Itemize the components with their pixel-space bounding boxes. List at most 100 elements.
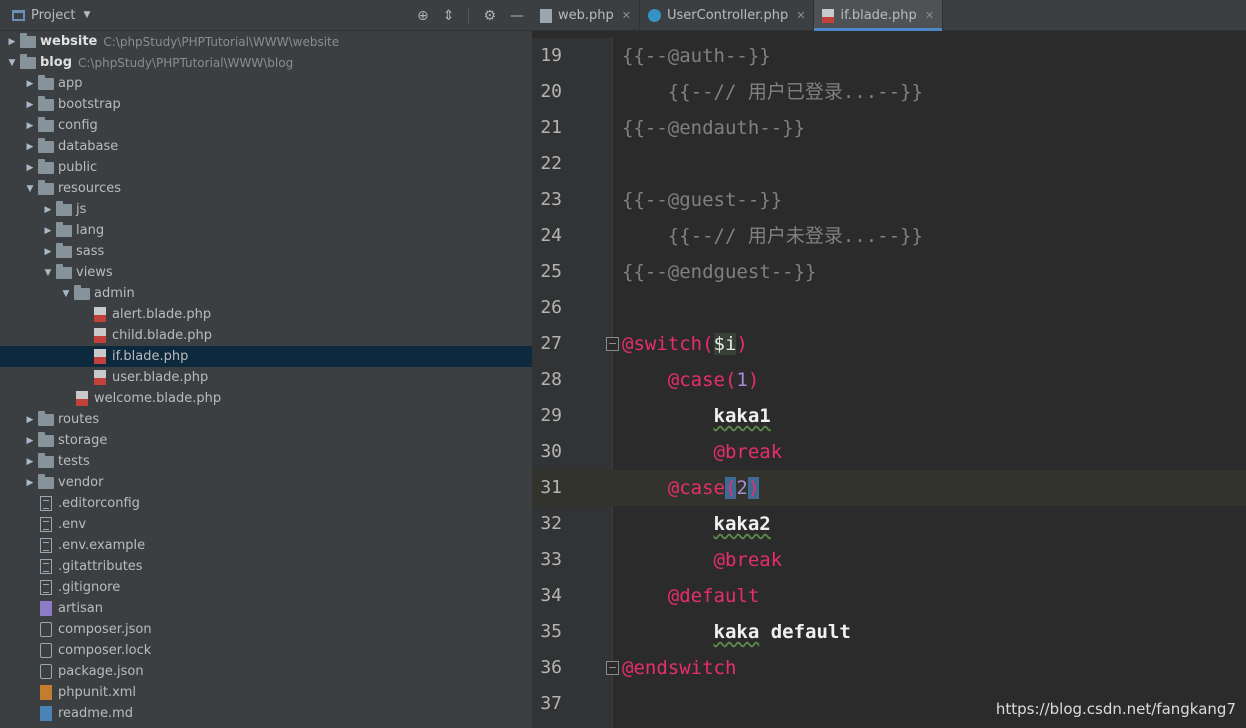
tree-folder-routes[interactable]: ▶ routes bbox=[0, 409, 532, 430]
tab-web-php[interactable]: web.php ✕ bbox=[532, 0, 640, 31]
tree-item-label: phpunit.xml bbox=[58, 685, 137, 700]
tree-item-label: composer.json bbox=[58, 622, 152, 637]
tree-file[interactable]: .env bbox=[0, 514, 532, 535]
collapsed-arrow-icon[interactable]: ▶ bbox=[24, 415, 36, 425]
tree-folder-database[interactable]: ▶ database bbox=[0, 136, 532, 157]
tree-folder-public[interactable]: ▶ public bbox=[0, 157, 532, 178]
hide-panel-icon[interactable]: — bbox=[510, 8, 524, 24]
code-line[interactable]: 29 kaka1 bbox=[532, 398, 1246, 434]
locate-icon[interactable]: ⊕ bbox=[417, 8, 429, 24]
collapsed-arrow-icon[interactable]: ▶ bbox=[42, 247, 54, 257]
tree-file[interactable]: .gitignore bbox=[0, 577, 532, 598]
tree-folder-blog[interactable]: ▼ blog C:\phpStudy\PHPTutorial\WWW\blog bbox=[0, 52, 532, 73]
collapsed-arrow-icon[interactable]: ▶ bbox=[42, 205, 54, 215]
close-icon[interactable]: ✕ bbox=[622, 9, 631, 22]
project-view-selector[interactable]: Project ▼ bbox=[0, 0, 90, 31]
tree-file[interactable]: child.blade.php bbox=[0, 325, 532, 346]
code-line[interactable]: 28 @case(1) bbox=[532, 362, 1246, 398]
tree-folder-views[interactable]: ▼ views bbox=[0, 262, 532, 283]
expanded-arrow-icon[interactable]: ▼ bbox=[6, 58, 18, 68]
tree-file[interactable]: .env.example bbox=[0, 535, 532, 556]
code-line[interactable]: 25 {{--@endguest--}} bbox=[532, 254, 1246, 290]
tab-UserController-php[interactable]: UserController.php ✕ bbox=[640, 0, 815, 31]
collapsed-arrow-icon[interactable]: ▶ bbox=[24, 121, 36, 131]
tree-file[interactable]: artisan bbox=[0, 598, 532, 619]
text-file-icon bbox=[40, 559, 52, 574]
code-line[interactable]: 23 {{--@guest--}} bbox=[532, 182, 1246, 218]
collapse-all-icon[interactable]: ⇕ bbox=[443, 8, 455, 24]
expanded-arrow-icon[interactable]: ▼ bbox=[24, 184, 36, 194]
code-line[interactable]: 26 bbox=[532, 290, 1246, 326]
collapsed-arrow-icon[interactable]: ▶ bbox=[24, 436, 36, 446]
tab-if-blade-php[interactable]: if.blade.php ✕ bbox=[814, 0, 944, 31]
code-line[interactable]: 22 bbox=[532, 146, 1246, 182]
tree-file[interactable]: .editorconfig bbox=[0, 493, 532, 514]
tree-folder-tests[interactable]: ▶ tests bbox=[0, 451, 532, 472]
blade-file-icon bbox=[94, 349, 106, 364]
tree-file[interactable]: if.blade.php bbox=[0, 346, 532, 367]
expanded-arrow-icon[interactable]: ▼ bbox=[60, 289, 72, 299]
code-token: {{--@endguest--}} bbox=[622, 261, 817, 283]
tree-folder-storage[interactable]: ▶ storage bbox=[0, 430, 532, 451]
collapsed-arrow-icon[interactable]: ▶ bbox=[24, 163, 36, 173]
expanded-arrow-icon[interactable]: ▼ bbox=[42, 268, 54, 278]
code-line[interactable]: 33 @break bbox=[532, 542, 1246, 578]
code-text: {{--// 用户已登录...--}} bbox=[622, 74, 923, 110]
code-line[interactable]: 36 @endswitch bbox=[532, 650, 1246, 686]
tree-file[interactable]: user.blade.php bbox=[0, 367, 532, 388]
code-line[interactable]: 30 @break bbox=[532, 434, 1246, 470]
tree-folder-resources[interactable]: ▼ resources bbox=[0, 178, 532, 199]
code-token: default bbox=[759, 621, 851, 643]
collapsed-arrow-icon[interactable]: ▶ bbox=[24, 79, 36, 89]
fold-marker-icon[interactable] bbox=[606, 661, 619, 675]
tree-folder-admin[interactable]: ▼ admin bbox=[0, 283, 532, 304]
tree-file[interactable]: readme.md bbox=[0, 703, 532, 724]
tree-item-label: .env bbox=[58, 517, 87, 532]
line-number: 31 bbox=[540, 477, 562, 498]
blade-file-icon bbox=[94, 328, 106, 343]
tree-file[interactable]: .gitattributes bbox=[0, 556, 532, 577]
collapsed-arrow-icon[interactable]: ▶ bbox=[24, 142, 36, 152]
collapsed-arrow-icon[interactable]: ▶ bbox=[6, 37, 18, 47]
tree-folder-vendor[interactable]: ▶ vendor bbox=[0, 472, 532, 493]
code-line[interactable]: 32 kaka2 bbox=[532, 506, 1246, 542]
code-line[interactable]: 35 kaka default bbox=[532, 614, 1246, 650]
close-icon[interactable]: ✕ bbox=[796, 9, 805, 22]
gear-icon[interactable]: ⚙ bbox=[483, 8, 496, 24]
code-line[interactable]: 31 @case(2) bbox=[532, 470, 1246, 506]
project-panel-header: Project ▼ ⊕ ⇕ ⚙ — bbox=[0, 0, 532, 31]
tree-file[interactable]: package.json bbox=[0, 661, 532, 682]
tree-folder-bootstrap[interactable]: ▶ bootstrap bbox=[0, 94, 532, 115]
tree-folder-sass[interactable]: ▶ sass bbox=[0, 241, 532, 262]
code-line[interactable]: 27 @switch($i) bbox=[532, 326, 1246, 362]
tree-folder-lang[interactable]: ▶ lang bbox=[0, 220, 532, 241]
tree-file[interactable]: composer.lock bbox=[0, 640, 532, 661]
collapsed-arrow-icon[interactable]: ▶ bbox=[24, 478, 36, 488]
fold-marker-icon[interactable] bbox=[606, 337, 619, 351]
code-line[interactable]: 20 {{--// 用户已登录...--}} bbox=[532, 74, 1246, 110]
tree-item-label: views bbox=[76, 265, 113, 280]
tree-file[interactable]: alert.blade.php bbox=[0, 304, 532, 325]
close-icon[interactable]: ✕ bbox=[925, 9, 934, 22]
tree-file[interactable]: phpunit.xml bbox=[0, 682, 532, 703]
code-area[interactable]: 19 {{--@auth--}} 20 {{--// 用户已登录...--}} 21{… bbox=[532, 38, 1246, 722]
collapsed-arrow-icon[interactable]: ▶ bbox=[24, 457, 36, 467]
tree-folder-website[interactable]: ▶ website C:\phpStudy\PHPTutorial\WWW\webs… bbox=[0, 31, 532, 52]
code-token: {{--// 用户未登录...--}} bbox=[622, 225, 923, 247]
tree-file[interactable]: composer.json bbox=[0, 619, 532, 640]
code-line[interactable]: 21 {{--@endauth--}} bbox=[532, 110, 1246, 146]
tree-folder-app[interactable]: ▶ app bbox=[0, 73, 532, 94]
code-line[interactable]: 19 {{--@auth--}} bbox=[532, 38, 1246, 74]
collapsed-arrow-icon[interactable]: ▶ bbox=[42, 226, 54, 236]
module-path: C:\phpStudy\PHPTutorial\WWW\website bbox=[103, 34, 340, 49]
tree-item-label: resources bbox=[58, 181, 122, 196]
tree-folder-config[interactable]: ▶ config bbox=[0, 115, 532, 136]
folder-icon bbox=[38, 452, 54, 468]
code-line[interactable]: 34 @default bbox=[532, 578, 1246, 614]
line-number: 28 bbox=[540, 369, 562, 390]
code-line[interactable]: 24 {{--// 用户未登录...--}} bbox=[532, 218, 1246, 254]
folder-icon bbox=[56, 221, 72, 237]
collapsed-arrow-icon[interactable]: ▶ bbox=[24, 100, 36, 110]
tree-folder-js[interactable]: ▶ js bbox=[0, 199, 532, 220]
tree-file[interactable]: welcome.blade.php bbox=[0, 388, 532, 409]
